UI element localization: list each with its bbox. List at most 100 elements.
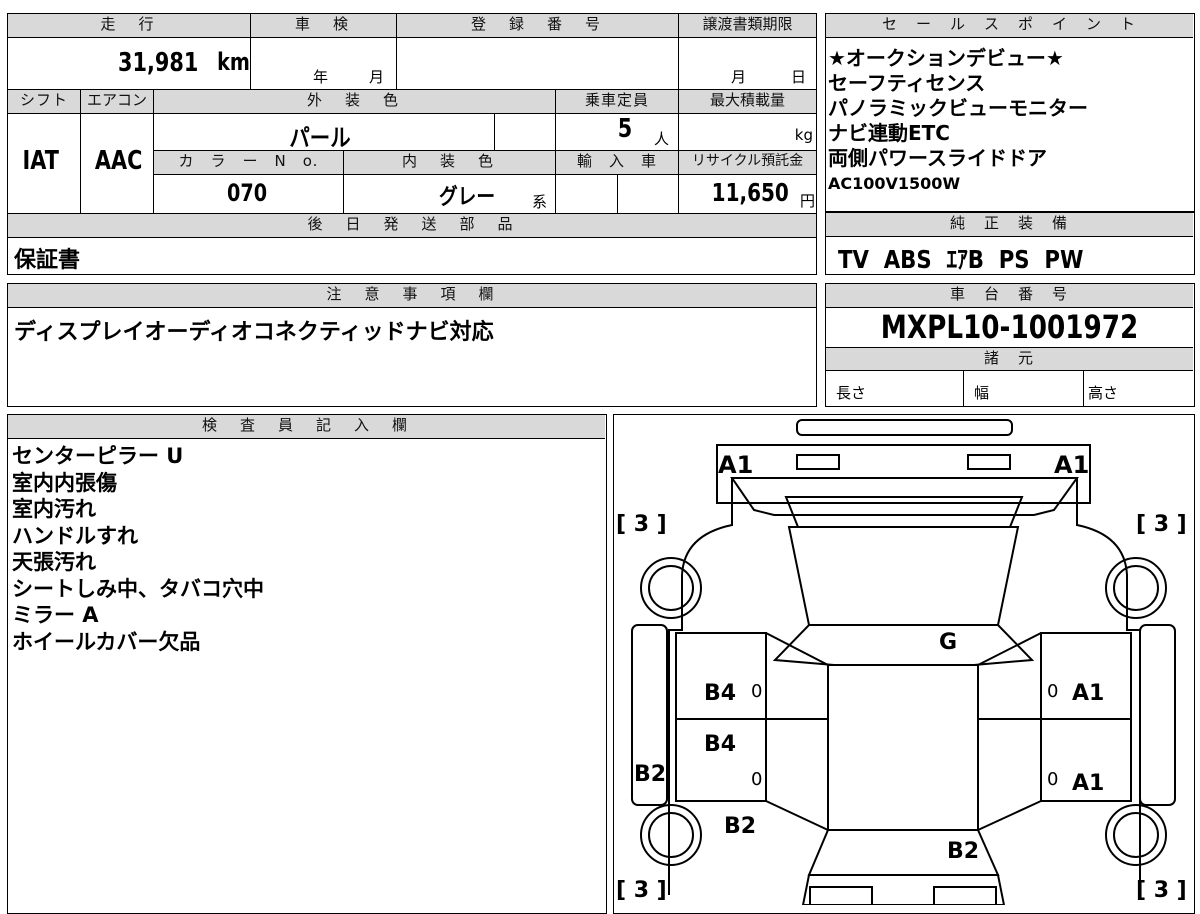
inspector-note: シートしみ中、タバコ穴中 xyxy=(12,576,264,601)
sales-point-item: ナビ連動ETC xyxy=(828,121,950,145)
rear-bumper-left xyxy=(809,886,873,905)
notes-box: 注 意 事 項 欄 ディスプレイオーディオコネクティッドナビ対応 xyxy=(7,283,817,407)
right-sill xyxy=(1139,624,1176,806)
later-parts-value: 保証書 xyxy=(14,248,81,273)
transfer-deadline-header: 譲渡書類期限 xyxy=(679,14,816,38)
label-b2-bottom: B2 xyxy=(947,839,979,864)
roof-outline xyxy=(772,624,1035,666)
chassis-number: MXPL10-1001972 xyxy=(880,308,1139,346)
shift-header: シフト xyxy=(8,90,81,114)
recycle-fee-header: リサイクル預託金 xyxy=(679,151,816,175)
shaken-year-unit: 年 xyxy=(313,68,329,86)
left-front-door xyxy=(675,632,767,720)
label-tire-top-left: [ 3 ] xyxy=(616,512,667,537)
color-no-cell: 070 xyxy=(154,175,344,214)
spec-height-label: 高さ xyxy=(1088,384,1119,402)
label-b2-left-side: B2 xyxy=(634,762,666,787)
recycle-fee-value: 11,650 xyxy=(711,178,789,207)
inspector-box: 検 査 員 記 入 欄 センターピラー U 室内内張傷 室内汚れ ハンドルすれ … xyxy=(7,414,607,914)
shaken-header: 車 検 xyxy=(251,14,397,38)
color-no-header: カ ラ ー N o. xyxy=(154,151,344,175)
max-load-unit: kg xyxy=(794,126,813,144)
inspector-note: 天張汚れ xyxy=(12,550,96,574)
sales-points-list: ★オークションデビュー★ セーフティセンス パノラミックビューモニター ナビ連動… xyxy=(828,46,1088,196)
spec-length-label: 長さ xyxy=(836,384,867,402)
sales-point-item: ★オークションデビュー★ xyxy=(828,46,1064,70)
capacity-cell: 5 人 xyxy=(556,114,679,151)
mileage-header: 走 行 xyxy=(8,14,251,38)
ac-header: エアコン xyxy=(81,90,154,114)
interior-color-value: グレー xyxy=(438,185,496,210)
later-parts-header: 後 日 発 送 部 品 xyxy=(8,214,816,238)
equipment-value: TV ABS ｴｱB PS PW xyxy=(838,245,1084,274)
label-b2-rear-left: B2 xyxy=(724,814,756,839)
front-bumper-bar xyxy=(796,419,1013,436)
specs-header: 諸 元 xyxy=(826,347,1193,371)
chassis-box: 車 台 番 号 MXPL10-1001972 諸 元 長さ 幅 高さ xyxy=(825,283,1195,407)
import-car-cell-2 xyxy=(618,175,679,214)
front-grille xyxy=(784,496,1024,528)
chassis-header: 車 台 番 号 xyxy=(826,284,1193,308)
ac-value: AAC xyxy=(94,146,143,176)
import-car-cell-1 xyxy=(556,175,618,214)
label-tire-bottom-left: [ 3 ] xyxy=(616,878,667,903)
vehicle-info-table: 走 行 車 検 登 録 番 号 譲渡書類期限 31,981 km 年 月 月 日… xyxy=(7,13,817,275)
capacity-unit: 人 xyxy=(654,130,670,148)
wheel-front-right-inner xyxy=(1113,565,1159,611)
mileage-unit: km xyxy=(217,48,250,76)
headlight-left xyxy=(796,454,840,470)
label-b4-front-left: B4 xyxy=(704,681,736,706)
shaken-cell: 年 月 xyxy=(251,38,397,90)
max-load-cell: kg xyxy=(679,114,816,151)
equipment-box: 純 正 装 備 TV ABS ｴｱB PS PW xyxy=(825,212,1195,275)
sales-point-item: セーフティセンス xyxy=(828,71,986,95)
label-a1-top-left: A1 xyxy=(718,451,753,479)
max-load-header: 最大積載量 xyxy=(679,90,816,114)
recycle-fee-cell: 11,650 円 xyxy=(679,175,816,214)
windshield xyxy=(787,526,1020,626)
transfer-cell: 月 日 xyxy=(679,38,816,90)
damage-diagram-box: A1 A1 [ 3 ] [ 3 ] [ 3 ] [ 3 ] G B4 B4 B2… xyxy=(613,414,1195,914)
shaken-month-unit: 月 xyxy=(369,68,385,86)
exterior-color-cell: パール xyxy=(154,114,495,152)
sales-point-item: 両側パワースライドドア xyxy=(828,146,1047,170)
interior-color-header: 内 装 色 xyxy=(344,151,556,175)
label-g-windshield: G xyxy=(939,630,957,655)
wheel-front-left-inner xyxy=(648,565,694,611)
capacity-header: 乗車定員 xyxy=(556,90,679,114)
inspector-note: 室内内張傷 xyxy=(12,470,117,495)
rear-frame xyxy=(801,874,1006,905)
right-front-door xyxy=(1040,632,1132,720)
car-damage-diagram: A1 A1 [ 3 ] [ 3 ] [ 3 ] [ 3 ] G B4 B4 B2… xyxy=(616,419,1187,905)
sales-points-header: セ ー ル ス ポ イ ン ト xyxy=(826,14,1193,38)
label-zero: 0 xyxy=(1047,769,1058,790)
shift-cell: IAT xyxy=(8,114,81,214)
notes-header: 注 意 事 項 欄 xyxy=(8,284,816,308)
inspector-note: 室内汚れ xyxy=(12,497,96,521)
mileage-cell: 31,981 km xyxy=(8,38,251,90)
wheel-rear-left-inner xyxy=(648,812,694,858)
interior-color-cell: グレー 系 xyxy=(344,175,556,214)
rear-bumper-right xyxy=(933,886,997,905)
exterior-color-header: 外 装 色 xyxy=(154,90,556,114)
sales-points-box: セ ー ル ス ポ イ ン ト ★オークションデビュー★ セーフティセンス パノ… xyxy=(825,13,1195,212)
headlight-right xyxy=(967,454,1011,470)
transfer-month-unit: 月 xyxy=(731,68,747,86)
label-a1-front-right: A1 xyxy=(1072,681,1104,706)
recycle-fee-unit: 円 xyxy=(799,192,815,210)
capacity-value: 5 xyxy=(617,114,633,144)
label-b4-rear-left: B4 xyxy=(704,732,736,757)
import-car-header: 輸 入 車 xyxy=(556,151,679,175)
hood-outline xyxy=(716,444,1091,504)
sales-point-item: AC100V1500W xyxy=(828,174,961,193)
interior-color-unit: 系 xyxy=(532,193,548,211)
label-a1-rear-right: A1 xyxy=(1072,771,1104,796)
registration-header: 登 録 番 号 xyxy=(397,14,679,38)
registration-cell xyxy=(397,38,679,90)
roof xyxy=(827,664,979,831)
label-a1-top-right: A1 xyxy=(1054,451,1089,479)
mileage-value: 31,981 xyxy=(117,48,198,78)
inspector-notes-list: センターピラー U 室内内張傷 室内汚れ ハンドルすれ 天張汚れ シートしみ中、… xyxy=(12,443,264,655)
label-zero: 0 xyxy=(751,681,762,702)
label-tire-bottom-right: [ 3 ] xyxy=(1136,878,1187,903)
